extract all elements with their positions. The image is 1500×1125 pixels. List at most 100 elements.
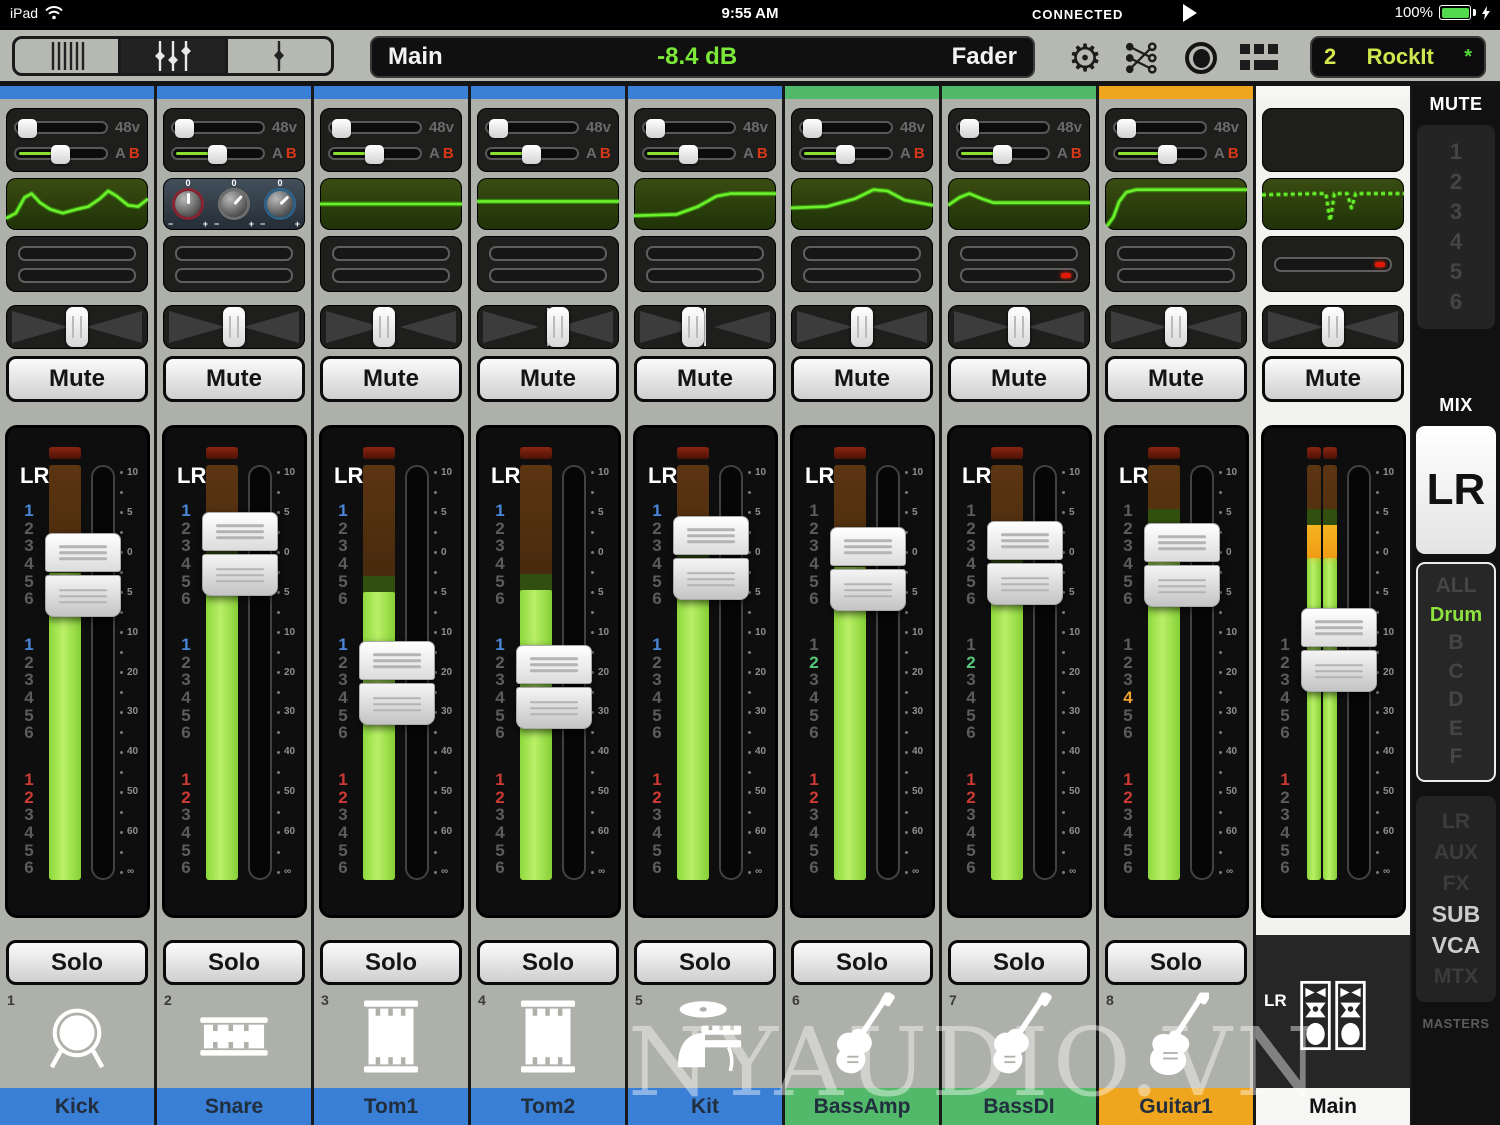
mute-button[interactable]: Mute [791,356,933,402]
solo-button[interactable]: Solo [634,940,776,985]
mixer-view-button[interactable] [121,39,227,73]
single-channel-view-button[interactable] [228,39,331,73]
assign-group-block[interactable]: 123456 [16,502,42,608]
view-group-all[interactable]: ALL [1418,572,1494,601]
fader-cap[interactable] [1144,523,1220,607]
masters-item-sub[interactable]: SUB [1416,899,1496,930]
fader-cap[interactable] [45,533,121,617]
view-group-d[interactable]: D [1418,686,1494,715]
phantom-power-slider[interactable] [799,121,893,134]
solo-button[interactable]: Solo [163,940,305,985]
mute-button[interactable]: Mute [477,356,619,402]
eq-curve-display[interactable] [1105,178,1247,230]
eq-curve-display[interactable] [948,178,1090,230]
phantom-power-slider[interactable] [14,121,108,134]
phantom-power-slider[interactable] [171,121,265,134]
phantom-power-slider[interactable] [1113,121,1207,134]
mute-group-4[interactable]: 4 [1417,227,1495,257]
gain-slider[interactable] [799,147,893,160]
gain-slider[interactable] [14,147,108,160]
solo-button[interactable]: Solo [948,940,1090,985]
mute-button[interactable]: Mute [320,356,462,402]
assign-group-block[interactable]: 123456 [801,636,827,742]
eq-curve-display[interactable] [6,178,148,230]
fader-cap[interactable] [359,641,435,725]
eq-curve-display[interactable] [791,178,933,230]
fader-cap[interactable] [673,516,749,600]
phantom-power-slider[interactable] [485,121,579,134]
assign-group-block[interactable]: 123456 [173,502,199,608]
mute-button[interactable]: Mute [1105,356,1247,402]
dynamics-meters-panel[interactable] [948,236,1090,292]
assign-group-block[interactable]: 123456 [1115,636,1141,742]
pan-thumb[interactable] [223,307,245,347]
view-group-f[interactable]: F [1418,743,1494,772]
assign-group-block[interactable]: 123456 [644,502,670,608]
dynamics-meters-panel[interactable] [477,236,619,292]
assign-group-block[interactable]: 123456 [958,502,984,608]
assign-group-block[interactable]: 123456 [1272,636,1298,742]
gain-slider[interactable] [1113,147,1207,160]
pan-thumb[interactable] [1165,307,1187,347]
fader-cap[interactable] [516,645,592,729]
geq-display[interactable] [1262,178,1404,230]
pan-thumb[interactable] [682,307,704,347]
assign-group-block[interactable]: 123456 [330,636,356,742]
assign-group-block[interactable]: 123456 [16,636,42,742]
assign-group-block[interactable]: 123456 [958,771,984,877]
solo-button[interactable]: Solo [6,940,148,985]
dynamics-meters-panel[interactable] [634,236,776,292]
assign-group-block[interactable]: 123456 [16,771,42,877]
settings-button[interactable]: ⚙ [1062,36,1108,80]
mix-select-lr-button[interactable]: LR [1416,426,1496,554]
channel-name[interactable]: Kit [628,1088,782,1125]
gain-slider[interactable] [642,147,736,160]
pan-control[interactable] [948,305,1090,349]
gain-slider[interactable] [171,147,265,160]
dynamics-meters-panel[interactable] [1262,236,1404,292]
pan-control[interactable] [163,305,305,349]
dynamics-meters-panel[interactable] [320,236,462,292]
pan-control[interactable] [477,305,619,349]
view-group-b[interactable]: B [1418,629,1494,658]
assign-group-block[interactable]: 123456 [487,502,513,608]
view-group-c[interactable]: C [1418,658,1494,687]
solo-button[interactable]: Solo [1105,940,1247,985]
channel-name[interactable]: Snare [157,1088,311,1125]
channel-view-button[interactable] [15,39,121,73]
solo-button[interactable]: Solo [320,940,462,985]
channel-name[interactable]: BassDI [942,1088,1096,1125]
routing-button[interactable] [1118,36,1164,80]
mute-button[interactable]: Mute [163,356,305,402]
dynamics-meters-panel[interactable] [163,236,305,292]
pan-control[interactable] [6,305,148,349]
fader-cap[interactable] [987,521,1063,605]
mute-group-6[interactable]: 6 [1417,287,1495,317]
channel-name[interactable]: Tom1 [314,1088,468,1125]
mute-group-1[interactable]: 1 [1417,137,1495,167]
mute-group-3[interactable]: 3 [1417,197,1495,227]
pan-control[interactable] [1105,305,1247,349]
quick-access-button[interactable] [1236,36,1282,80]
pan-thumb[interactable] [66,307,88,347]
dynamics-knob[interactable]: 0 −+ [214,180,254,226]
dynamics-knob[interactable]: 0 −+ [168,180,208,226]
masters-item-lr[interactable]: LR [1416,806,1496,837]
phantom-power-slider[interactable] [642,121,736,134]
fader-track[interactable] [91,465,115,880]
assign-group-block[interactable]: 123456 [487,771,513,877]
pan-thumb[interactable] [1322,307,1344,347]
mute-button[interactable]: Mute [6,356,148,402]
channel-name[interactable]: Kick [0,1088,154,1125]
solo-button[interactable]: Solo [791,940,933,985]
assign-group-block[interactable]: 123456 [487,636,513,742]
fader-cap[interactable] [830,527,906,611]
pan-thumb[interactable] [851,307,873,347]
channel-name[interactable]: Guitar1 [1099,1088,1253,1125]
phantom-power-slider[interactable] [956,121,1050,134]
assign-group-block[interactable]: 123456 [958,636,984,742]
assign-group-block[interactable]: 123456 [644,771,670,877]
pan-control[interactable] [791,305,933,349]
show-display[interactable]: 2 RockIt * [1310,36,1486,78]
gain-slider[interactable] [485,147,579,160]
